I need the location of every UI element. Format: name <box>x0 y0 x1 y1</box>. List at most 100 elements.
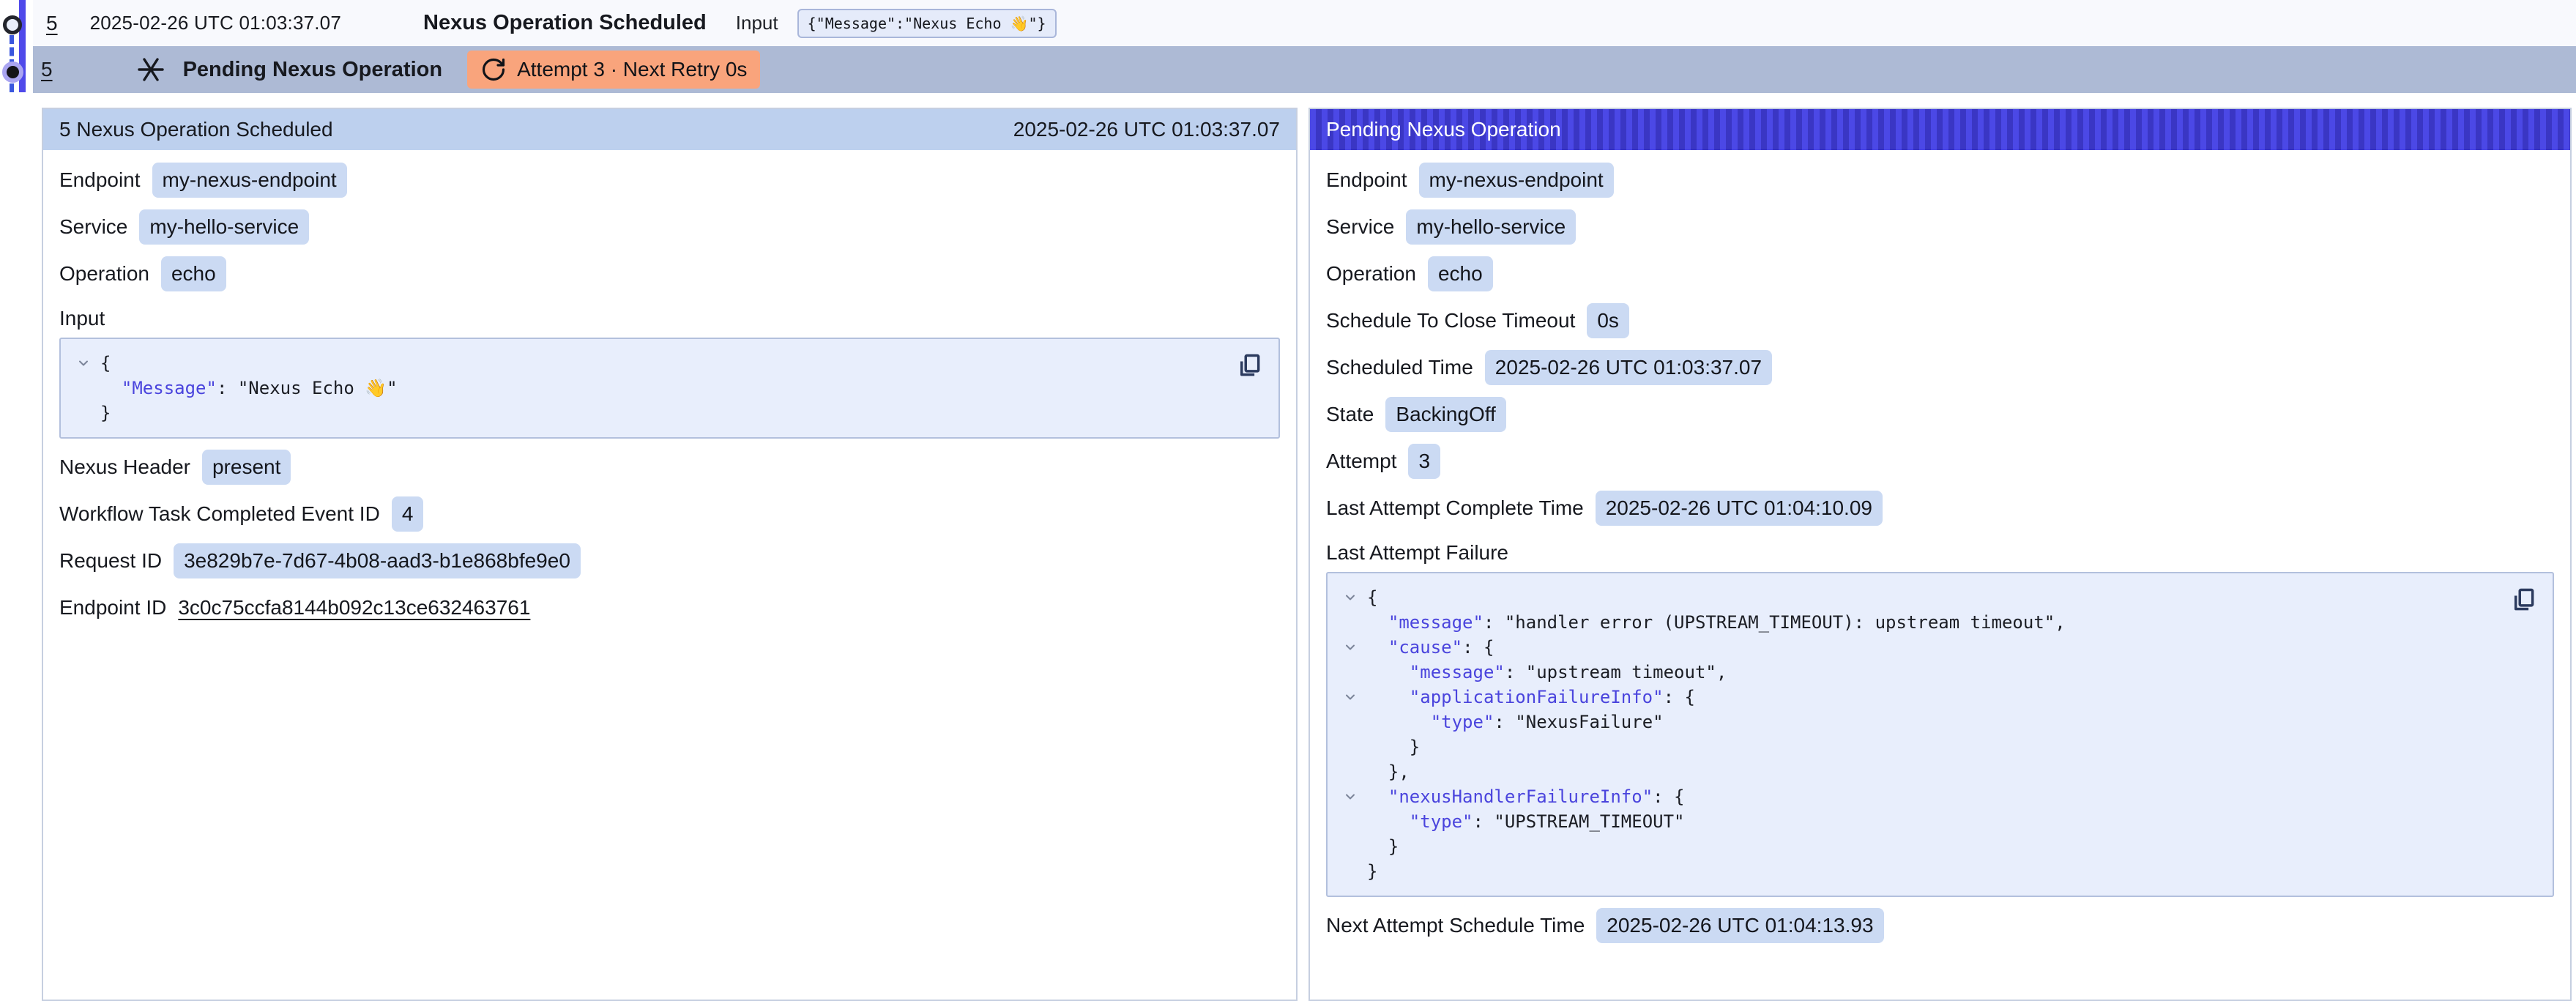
event-row-pending[interactable]: 5 Pending Nexus Operation Attempt 3 · Ne… <box>33 46 2576 93</box>
code-line: } <box>1333 834 2494 859</box>
retry-text: Attempt 3 · Next Retry 0s <box>517 58 747 81</box>
copy-icon <box>2509 586 2537 614</box>
collapse-chevron-icon[interactable] <box>67 356 100 371</box>
field-nexus-header: Nexus Header present <box>59 452 1280 483</box>
collapse-chevron-icon[interactable] <box>1333 789 1367 804</box>
code-line: }, <box>1333 759 2494 784</box>
field-request-id: Request ID 3e829b7e-7d67-4b08-aad3-b1e86… <box>59 546 1280 576</box>
code-line-text: "Message": "Nexus Echo 👋" <box>100 378 398 398</box>
collapse-chevron-icon[interactable] <box>1333 690 1367 704</box>
code-line: "nexusHandlerFailureInfo": { <box>1333 784 2494 809</box>
field-value-badge: 4 <box>392 496 424 532</box>
field-label: Last Attempt Complete Time <box>1326 496 1584 520</box>
code-line-text: "message": "upstream timeout", <box>1367 662 1727 682</box>
collapse-chevron-icon[interactable] <box>1333 590 1367 605</box>
code-line: } <box>1333 859 2494 884</box>
field-attempt: Attempt 3 <box>1326 446 2554 477</box>
field-value-badge: 3e829b7e-7d67-4b08-aad3-b1e868bfe9e0 <box>174 543 581 578</box>
copy-icon <box>1235 351 1263 379</box>
event-row-scheduled[interactable]: 5 2025-02-26 UTC 01:03:37.07 Nexus Opera… <box>33 0 2576 46</box>
code-line-text: } <box>1367 861 1377 882</box>
code-line-text: { <box>100 353 111 373</box>
field-endpoint: Endpoint my-nexus-endpoint <box>1326 165 2554 196</box>
field-label: Next Attempt Schedule Time <box>1326 914 1585 937</box>
event-input-preview-badge: {"Message":"Nexus Echo 👋"} <box>797 9 1057 38</box>
event-time: 2025-02-26 UTC 01:03:37.07 <box>90 12 341 34</box>
field-label: Endpoint <box>59 168 141 192</box>
code-line: { <box>1333 585 2494 610</box>
code-line-text: { <box>1367 587 1377 608</box>
field-label: Schedule To Close Timeout <box>1326 309 1575 332</box>
code-line-text: "type": "UPSTREAM_TIMEOUT" <box>1367 811 1685 832</box>
code-line-text: } <box>100 403 111 423</box>
code-line-text: } <box>1367 836 1399 857</box>
field-label: Request ID <box>59 549 162 573</box>
field-label: Endpoint ID <box>59 596 166 619</box>
field-endpoint-id: Endpoint ID 3c0c75ccfa8144b092c13ce63246… <box>59 592 1280 623</box>
card-body: Endpoint my-nexus-endpoint Service my-he… <box>43 150 1296 623</box>
field-label: Service <box>1326 215 1394 239</box>
copy-button[interactable] <box>2507 584 2539 616</box>
field-label: Scheduled Time <box>1326 356 1473 379</box>
code-line: "cause": { <box>1333 635 2494 660</box>
field-scheduled-time: Scheduled Time 2025-02-26 UTC 01:03:37.0… <box>1326 352 2554 383</box>
field-schedule-to-close-timeout: Schedule To Close Timeout 0s <box>1326 305 2554 336</box>
code-line: } <box>67 401 1220 425</box>
event-input-label: Input <box>736 12 778 34</box>
code-line-text: "nexusHandlerFailureInfo": { <box>1367 786 1685 807</box>
field-last-attempt-complete-time: Last Attempt Complete Time 2025-02-26 UT… <box>1326 493 2554 524</box>
field-next-attempt-schedule-time: Next Attempt Schedule Time 2025-02-26 UT… <box>1326 910 2554 941</box>
code-line: "type": "UPSTREAM_TIMEOUT" <box>1333 809 2494 834</box>
card-body: Endpoint my-nexus-endpoint Service my-he… <box>1310 150 2570 941</box>
pending-event-id-link[interactable]: 5 <box>41 58 53 81</box>
field-label: Operation <box>1326 262 1416 286</box>
code-line-text: "message": "handler error (UPSTREAM_TIME… <box>1367 612 2066 633</box>
field-value-badge: echo <box>161 256 226 291</box>
field-label: State <box>1326 403 1374 426</box>
field-value-badge: my-hello-service <box>139 209 309 245</box>
code-line: "Message": "Nexus Echo 👋" <box>67 376 1220 401</box>
event-title: Nexus Operation Scheduled <box>423 11 707 35</box>
code-line: "applicationFailureInfo": { <box>1333 685 2494 710</box>
failure-json-block: { "message": "handler error (UPSTREAM_TI… <box>1326 572 2554 897</box>
event-marker-current-icon <box>2 62 23 83</box>
retry-attempt-badge: Attempt 3 · Next Retry 0s <box>467 51 760 89</box>
code-line: "message": "handler error (UPSTREAM_TIME… <box>1333 610 2494 635</box>
field-label: Nexus Header <box>59 455 190 479</box>
card-title: 5 Nexus Operation Scheduled <box>59 118 333 141</box>
code-line-text: "applicationFailureInfo": { <box>1367 687 1695 707</box>
field-value-badge: 2025-02-26 UTC 01:04:13.93 <box>1596 908 1883 943</box>
event-marker-open-icon <box>3 15 22 34</box>
nexus-event-history-page: { "colors": { "accent_indigo": "#4f49ea"… <box>0 0 2576 956</box>
code-line: { <box>67 351 1220 376</box>
copy-button[interactable] <box>1233 349 1265 382</box>
field-value-badge: echo <box>1428 256 1493 291</box>
field-state: State BackingOff <box>1326 399 2554 430</box>
card-title: Pending Nexus Operation <box>1326 118 1561 141</box>
collapse-chevron-icon[interactable] <box>1333 640 1367 655</box>
pending-title: Pending Nexus Operation <box>183 58 443 82</box>
pending-operation-card: Pending Nexus Operation Endpoint my-nexu… <box>1309 108 2572 1001</box>
event-id-link[interactable]: 5 <box>46 12 58 35</box>
event-detail-card-scheduled: 5 Nexus Operation Scheduled 2025-02-26 U… <box>42 108 1298 1001</box>
code-line: "type": "NexusFailure" <box>1333 710 2494 734</box>
field-value-badge: 2025-02-26 UTC 01:03:37.07 <box>1485 350 1772 385</box>
field-value-badge: 2025-02-26 UTC 01:04:10.09 <box>1596 491 1883 526</box>
field-value-badge: present <box>202 450 291 485</box>
code-line-text: } <box>1367 737 1420 757</box>
input-json-block: { "Message": "Nexus Echo 👋"} <box>59 338 1280 439</box>
code-line: "message": "upstream timeout", <box>1333 660 2494 685</box>
field-workflow-task-completed-event-id: Workflow Task Completed Event ID 4 <box>59 499 1280 529</box>
field-value-badge: my-nexus-endpoint <box>152 163 347 198</box>
field-operation: Operation echo <box>59 258 1280 289</box>
card-header-scheduled: 5 Nexus Operation Scheduled 2025-02-26 U… <box>43 109 1296 150</box>
field-label: Operation <box>59 262 149 286</box>
code-line-text: "type": "NexusFailure" <box>1367 712 1664 732</box>
endpoint-id-link[interactable]: 3c0c75ccfa8144b092c13ce632463761 <box>178 596 530 619</box>
field-operation: Operation echo <box>1326 258 2554 289</box>
field-label: Service <box>59 215 127 239</box>
field-service: Service my-hello-service <box>59 212 1280 242</box>
code-line-text: "cause": { <box>1367 637 1494 658</box>
card-timestamp: 2025-02-26 UTC 01:03:37.07 <box>1013 118 1280 141</box>
field-value-badge: BackingOff <box>1385 397 1505 432</box>
